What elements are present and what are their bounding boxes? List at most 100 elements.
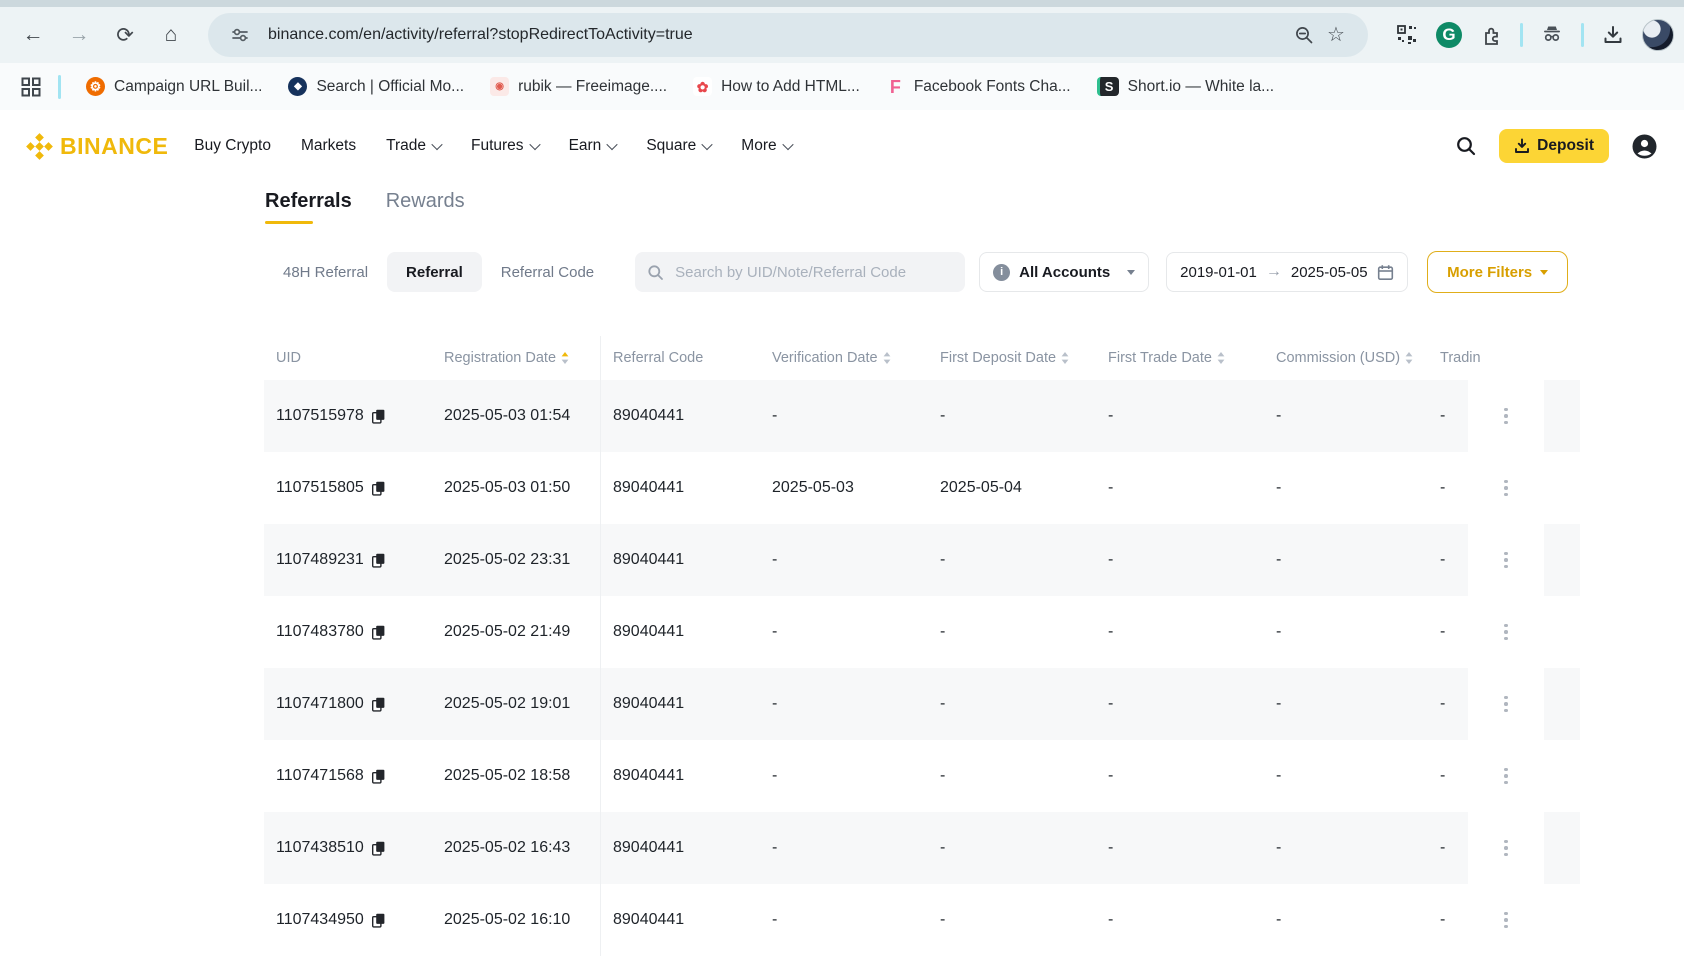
row-menu-kebab-icon[interactable]: [1498, 402, 1514, 431]
cell-first-deposit-date: -: [928, 884, 1096, 956]
copy-uid-icon[interactable]: [371, 769, 385, 784]
bookmark-item[interactable]: ◉ rubik — Freeimage....: [477, 71, 680, 103]
row-menu-kebab-icon[interactable]: [1498, 762, 1514, 791]
copy-uid-icon[interactable]: [371, 841, 385, 856]
row-actions: [1468, 884, 1544, 956]
qr-code-extension-icon[interactable]: [1392, 20, 1422, 50]
copy-uid-icon[interactable]: [371, 553, 385, 568]
cell-referral-code: 89040441: [600, 740, 760, 812]
cell-value: 1107471800: [276, 695, 364, 712]
row-menu-kebab-icon[interactable]: [1498, 618, 1514, 647]
nav-item-label: Futures: [471, 137, 524, 154]
search-icon: [648, 264, 664, 280]
nav-item-futures[interactable]: Futures: [471, 137, 541, 155]
bookmarks-list: ⚙ Campaign URL Buil... ◆ Search | Official …: [73, 71, 1287, 103]
copy-uid-icon[interactable]: [371, 481, 385, 496]
more-filters-button[interactable]: More Filters: [1427, 251, 1569, 293]
row-menu-kebab-icon[interactable]: [1498, 834, 1514, 863]
bookmark-item[interactable]: ⚙ Campaign URL Buil...: [73, 71, 275, 103]
cell-verification-date: -: [760, 524, 928, 596]
reload-button[interactable]: ⟳: [106, 16, 144, 54]
site-header: BINANCE Buy Crypto Markets Trade Futures Ear…: [0, 110, 1684, 182]
column-header-registration-date[interactable]: Registration Date: [432, 336, 600, 380]
nav-item-buy-crypto[interactable]: Buy Crypto: [194, 137, 271, 155]
cell-value: 89040441: [613, 407, 685, 424]
row-menu-kebab-icon[interactable]: [1498, 906, 1514, 935]
date-to: 2025-05-05: [1290, 263, 1368, 281]
incognito-extension-icon[interactable]: [1537, 20, 1567, 50]
cell-value: 89040441: [613, 551, 685, 568]
main-nav: Buy Crypto Markets Trade Futures Earn Square M…: [194, 137, 794, 155]
cell-value: -: [1108, 695, 1114, 712]
segment-48h-referral[interactable]: 48H Referral: [264, 252, 387, 292]
cell-value: 2025-05-02 16:10: [444, 911, 571, 928]
row-actions: [1468, 740, 1544, 812]
segment-referral[interactable]: Referral: [387, 252, 482, 292]
forward-button[interactable]: →: [60, 16, 98, 54]
account-profile-icon[interactable]: [1631, 133, 1658, 160]
cell-commission-usd: -: [1264, 740, 1428, 812]
cell-verification-date: -: [760, 380, 928, 452]
tab-referrals[interactable]: Referrals: [265, 190, 352, 224]
bookmark-label: Facebook Fonts Cha...: [913, 77, 1071, 95]
apps-grid-icon[interactable]: [16, 72, 46, 102]
nav-item-label: More: [741, 137, 777, 154]
bookmark-item[interactable]: S Short.io — White la...: [1084, 71, 1287, 103]
column-header-first-trade-date[interactable]: First Trade Date: [1096, 336, 1264, 380]
nav-item-more[interactable]: More: [741, 137, 794, 155]
referral-search-input[interactable]: [673, 262, 954, 282]
row-menu-kebab-icon[interactable]: [1498, 546, 1514, 575]
bookmark-item[interactable]: F Facebook Fonts Cha...: [873, 71, 1084, 103]
extensions-puzzle-icon[interactable]: [1476, 20, 1506, 50]
cell-verification-date: -: [760, 668, 928, 740]
binance-logo[interactable]: BINANCE: [26, 133, 168, 160]
cell-first-deposit-date: -: [928, 596, 1096, 668]
cell-referral-code: 89040441: [600, 812, 760, 884]
cell-registration-date: 2025-05-02 18:58: [432, 740, 600, 812]
downloads-icon[interactable]: [1598, 20, 1628, 50]
copy-uid-icon[interactable]: [371, 913, 385, 928]
bookmark-item[interactable]: ◆ Search | Official Mo...: [275, 71, 477, 103]
site-info-icon[interactable]: [224, 19, 256, 51]
column-header-commission-usd[interactable]: Commission (USD): [1264, 336, 1428, 380]
home-button[interactable]: ⌂: [152, 16, 190, 54]
cell-registration-date: 2025-05-03 01:54: [432, 380, 600, 452]
row-menu-kebab-icon[interactable]: [1498, 474, 1514, 503]
bookmark-star-icon[interactable]: ☆: [1320, 19, 1352, 51]
cell-referral-code: 89040441: [600, 380, 760, 452]
bookmark-item[interactable]: ✿ How to Add HTML...: [680, 71, 873, 103]
cell-value: 1107489231: [276, 551, 364, 568]
back-button[interactable]: ←: [14, 16, 52, 54]
row-menu-kebab-icon[interactable]: [1498, 690, 1514, 719]
tab-rewards[interactable]: Rewards: [386, 190, 465, 224]
browser-profile-avatar[interactable]: [1642, 19, 1674, 51]
nav-item-markets[interactable]: Markets: [301, 137, 356, 155]
grammarly-extension-icon[interactable]: G: [1436, 22, 1462, 48]
copy-uid-icon[interactable]: [371, 697, 385, 712]
nav-item-trade[interactable]: Trade: [386, 137, 443, 155]
cell-value: -: [1108, 623, 1114, 640]
cell-verification-date: -: [760, 812, 928, 884]
sort-icon: [1217, 352, 1225, 364]
column-header-verification-date[interactable]: Verification Date: [760, 336, 928, 380]
nav-item-earn[interactable]: Earn: [569, 137, 618, 155]
address-bar[interactable]: binance.com/en/activity/referral?stopRed…: [208, 13, 1368, 57]
copy-uid-icon[interactable]: [371, 409, 385, 424]
zoom-out-icon[interactable]: [1288, 19, 1320, 51]
cell-first-trade-date: -: [1096, 596, 1264, 668]
date-range-picker[interactable]: 2019-01-01 → 2025-05-05: [1166, 252, 1409, 292]
cell-uid: 1107471800: [264, 668, 432, 740]
accounts-filter-dropdown[interactable]: i All Accounts: [979, 252, 1150, 292]
row-actions: [1468, 668, 1544, 740]
copy-uid-icon[interactable]: [371, 625, 385, 640]
column-label: First Trade Date: [1108, 350, 1212, 366]
table-row: 1107434950 2025-05-02 16:10 89040441 - - - - -: [264, 884, 1580, 956]
nav-item-square[interactable]: Square: [646, 137, 713, 155]
site-search-icon[interactable]: [1455, 135, 1477, 157]
cell-value: -: [940, 551, 946, 568]
cell-verification-date: -: [760, 596, 928, 668]
search-box[interactable]: [635, 252, 966, 292]
deposit-button[interactable]: Deposit: [1499, 129, 1609, 163]
column-header-first-deposit-date[interactable]: First Deposit Date: [928, 336, 1096, 380]
segment-referral-code[interactable]: Referral Code: [482, 252, 613, 292]
